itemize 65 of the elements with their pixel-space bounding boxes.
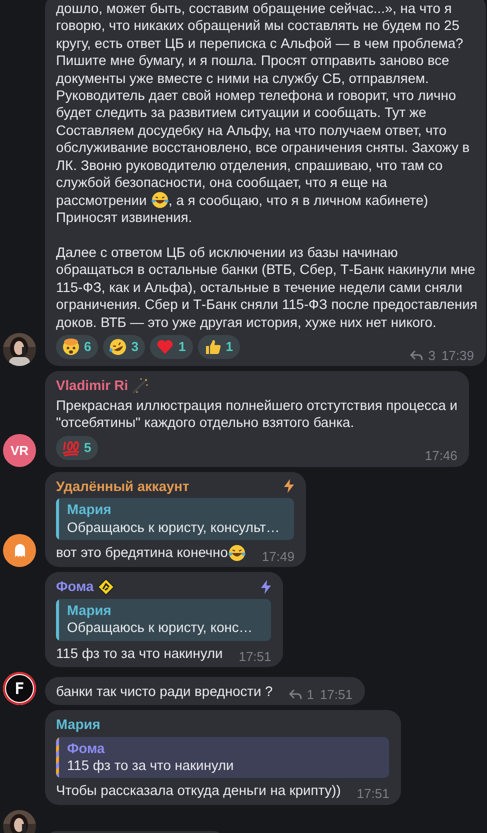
message-text: обращаться в остальные банки (ВТБ, Сбер, Т-Банк накинули мне	[56, 261, 476, 279]
wand-icon	[131, 376, 150, 395]
message-text: ЛК. Звоню руководителю отделения, спрашиваю, что там со	[56, 156, 443, 174]
message-text: Далее с ответом ЦБ об исключении из базы начинаю	[56, 244, 398, 262]
message-time: 17:51	[238, 648, 272, 666]
sender-name[interactable]: Vladimir Ri	[56, 377, 128, 395]
quote-text: Обращаюсь к юристу, консульт…	[67, 518, 281, 536]
reply-quote[interactable]: Фома 115 фз то за что накинули	[56, 736, 390, 778]
message-time: 17:46	[424, 447, 458, 465]
reply-quote[interactable]: Мария Обращаюсь к юристу, консульт…	[56, 498, 294, 540]
reaction-chip[interactable]: 1	[198, 334, 240, 359]
logo-avatar[interactable]: F	[3, 672, 36, 706]
message-text: говорю, что никаких обращений мы составлять не будем по 25	[56, 17, 460, 35]
message-text: 115 фз то за что накинули	[56, 644, 223, 662]
message-text: 115-ФЗ, как и Альфа), остальные в течение недели сами сняли	[56, 278, 462, 296]
sender-name[interactable]: Удалённый аккаунт	[56, 478, 190, 496]
message-time: 17:39	[441, 346, 474, 364]
reaction-chip[interactable]: 3	[103, 334, 146, 359]
reply-count: 3	[428, 346, 436, 364]
reaction-chip[interactable]: 1	[150, 334, 193, 359]
laughing-face-icon	[228, 544, 246, 562]
message-text: Прекрасная иллюстрация полнейшего отстутствия процесса и	[56, 396, 458, 414]
quote-author: Мария	[67, 501, 112, 519]
reply-count: 1	[306, 686, 314, 704]
message-text: Приносят извинения.	[56, 209, 192, 227]
message-text: доков. ВТБ — это уже другая история, хуже них нет никого.	[56, 314, 436, 331]
user-avatar[interactable]: VR	[3, 434, 36, 467]
sender-name[interactable]: Мария	[56, 716, 100, 734]
quote-author: Мария	[67, 602, 112, 620]
message-text: будет следить за развитием ситуации и сообщать. Тут же	[56, 104, 426, 122]
quote-text: 115 фз то за что накинули	[67, 756, 235, 774]
message-text: , а я сообщаю, что я в личном кабинете)	[168, 192, 428, 210]
reply-icon[interactable]	[288, 688, 302, 700]
message-text: кругу, есть ответ ЦБ и переписка с Альфой — в чем проблема?	[56, 34, 464, 52]
reply-quote[interactable]: Мария Обращаюсь к юристу, конс…	[56, 598, 272, 641]
hundred-points-icon	[62, 438, 80, 457]
message-text: документы уже вместе с ними на службу СБ, отправляем.	[56, 70, 429, 88]
message-text: ограничения. Сбер и Т-Банк сняли 115-ФЗ после предоставления	[56, 296, 478, 314]
message-text: Составляем досудебку на Альфу, на что получаем ответ, что	[56, 122, 446, 140]
reaction-chip[interactable]: 6	[56, 334, 98, 359]
message-text: обслуживание восстановлено, все ограничения сняты. Захожу в	[56, 139, 470, 157]
quote-author: Фома	[67, 740, 106, 757]
reply-icon[interactable]	[410, 350, 424, 361]
message-text: Пишите мне бумагу, и я пошла. Просят отправить заново все	[56, 52, 450, 70]
ghost-avatar[interactable]	[3, 534, 36, 567]
laughing-face-icon	[109, 338, 128, 356]
message-text: "отсебятины" каждого отдельно взятого банка.	[56, 414, 354, 432]
message-text: дошло, может быть, составим обращение сейчас...», на что я	[56, 0, 452, 18]
heart-icon	[156, 338, 174, 356]
message-text: Руководитель дает свой номер телефона и говорит, что лично	[56, 87, 456, 104]
reaction-chip[interactable]: 5	[56, 436, 98, 460]
message-time: 17:49	[262, 548, 294, 565]
message-time: 17:51	[356, 785, 390, 803]
sender-name[interactable]: Фома	[56, 578, 94, 596]
message-text: банки так чисто ради вредности ?	[56, 682, 273, 700]
thumbs-up-icon	[204, 338, 222, 356]
message-time: 17:51	[320, 686, 352, 704]
message-text: Чтобы рассказала откуда деньги на крипту))	[56, 782, 341, 800]
warning-sign-icon	[96, 578, 115, 596]
laughing-face-icon	[150, 191, 169, 210]
message-text: службой безопасности, она сообщает, что я еще на	[56, 174, 388, 192]
message-text: рассмотрении	[56, 192, 148, 210]
exploding-face-icon	[62, 338, 80, 356]
quote-text: Обращаюсь к юристу, конс…	[67, 619, 254, 637]
message-text: вот это бредятина конечно	[56, 544, 228, 562]
